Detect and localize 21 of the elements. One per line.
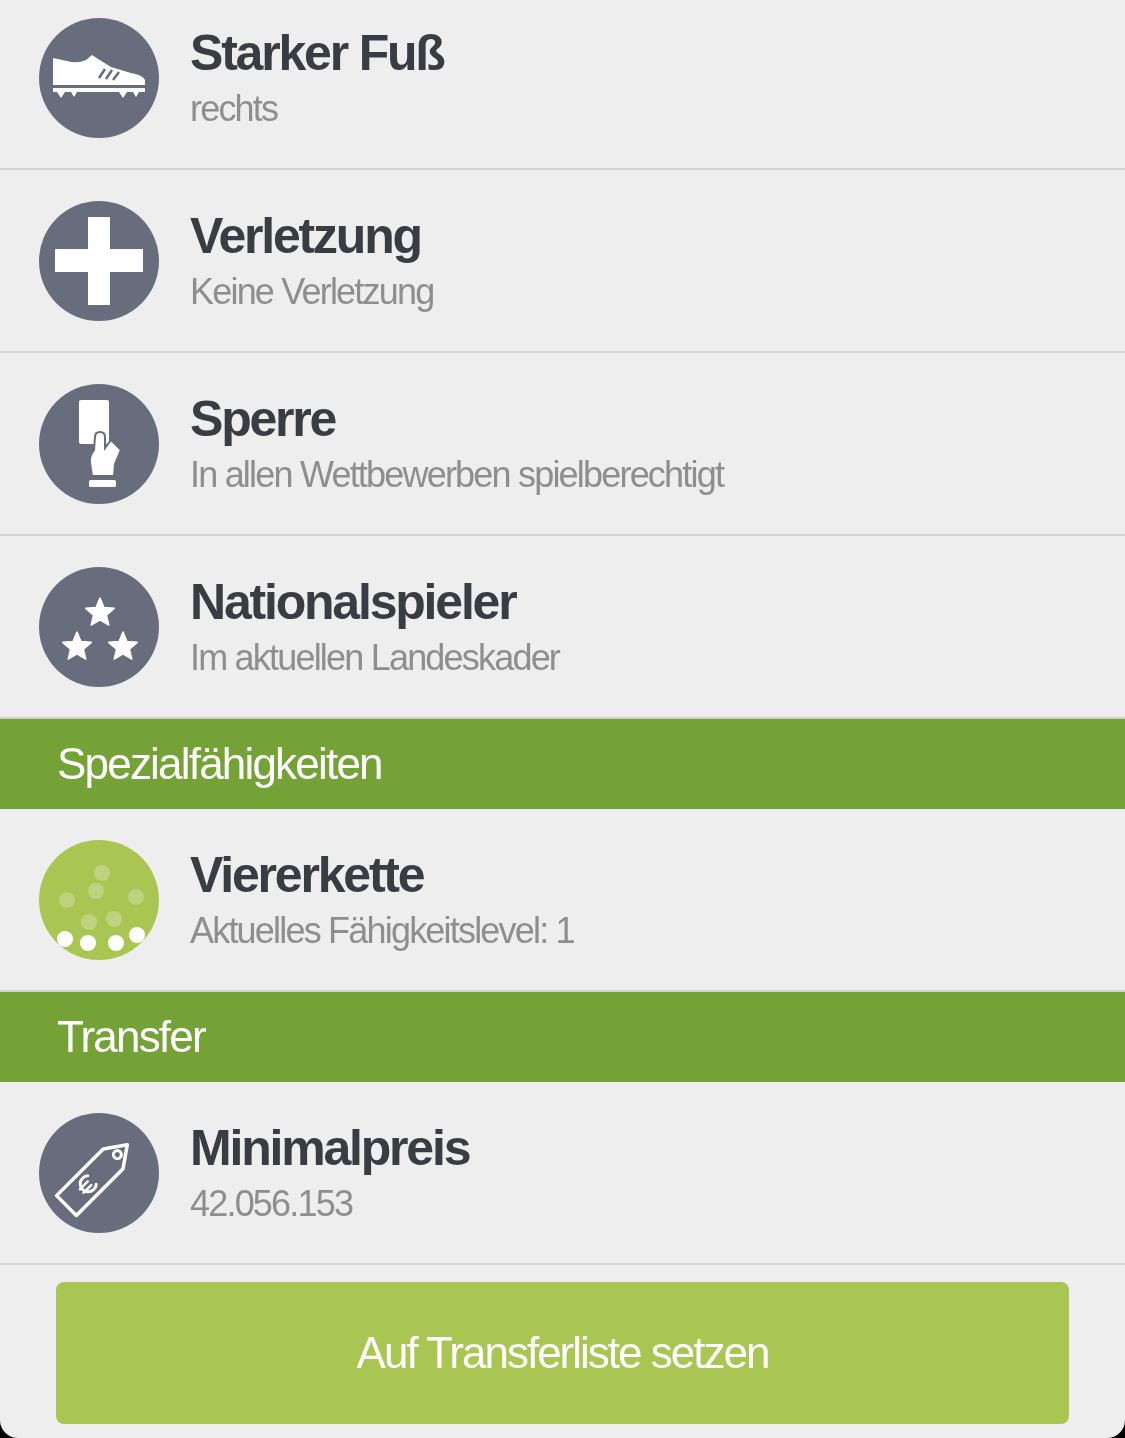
row-subtitle: Aktuelles Fähigkeitslevel: 1 — [190, 908, 574, 953]
row-title: Sperre — [190, 390, 337, 447]
row-subtitle: In allen Wettbewerben spielberechtigt — [190, 452, 724, 497]
row-subtitle: 42.056.153 — [190, 1181, 354, 1226]
row-subtitle: Keine Verletzung — [190, 269, 434, 314]
transfer-list-button[interactable]: Auf Transferliste setzen — [56, 1282, 1069, 1424]
row-title: Nationalspieler — [190, 573, 517, 630]
dots-formation-icon — [39, 839, 159, 960]
row-title: Starker Fuß — [190, 24, 444, 81]
hand-holding-card-icon — [39, 383, 159, 504]
plus-icon — [39, 200, 159, 321]
row-title: Minimalpreis — [190, 1119, 470, 1176]
row-title: Verletzung — [190, 207, 422, 264]
euro-price-tag-icon — [39, 1112, 159, 1233]
row-subtitle: rechts — [190, 86, 279, 131]
three-stars-icon — [39, 566, 159, 687]
section-header: Transfer — [0, 992, 1125, 1082]
section-header: Spezialfähigkeiten — [0, 719, 1125, 809]
row-title: Viererkette — [190, 846, 425, 903]
football-boot-icon — [39, 17, 159, 138]
row-subtitle: Im aktuellen Landeskader — [190, 635, 560, 680]
